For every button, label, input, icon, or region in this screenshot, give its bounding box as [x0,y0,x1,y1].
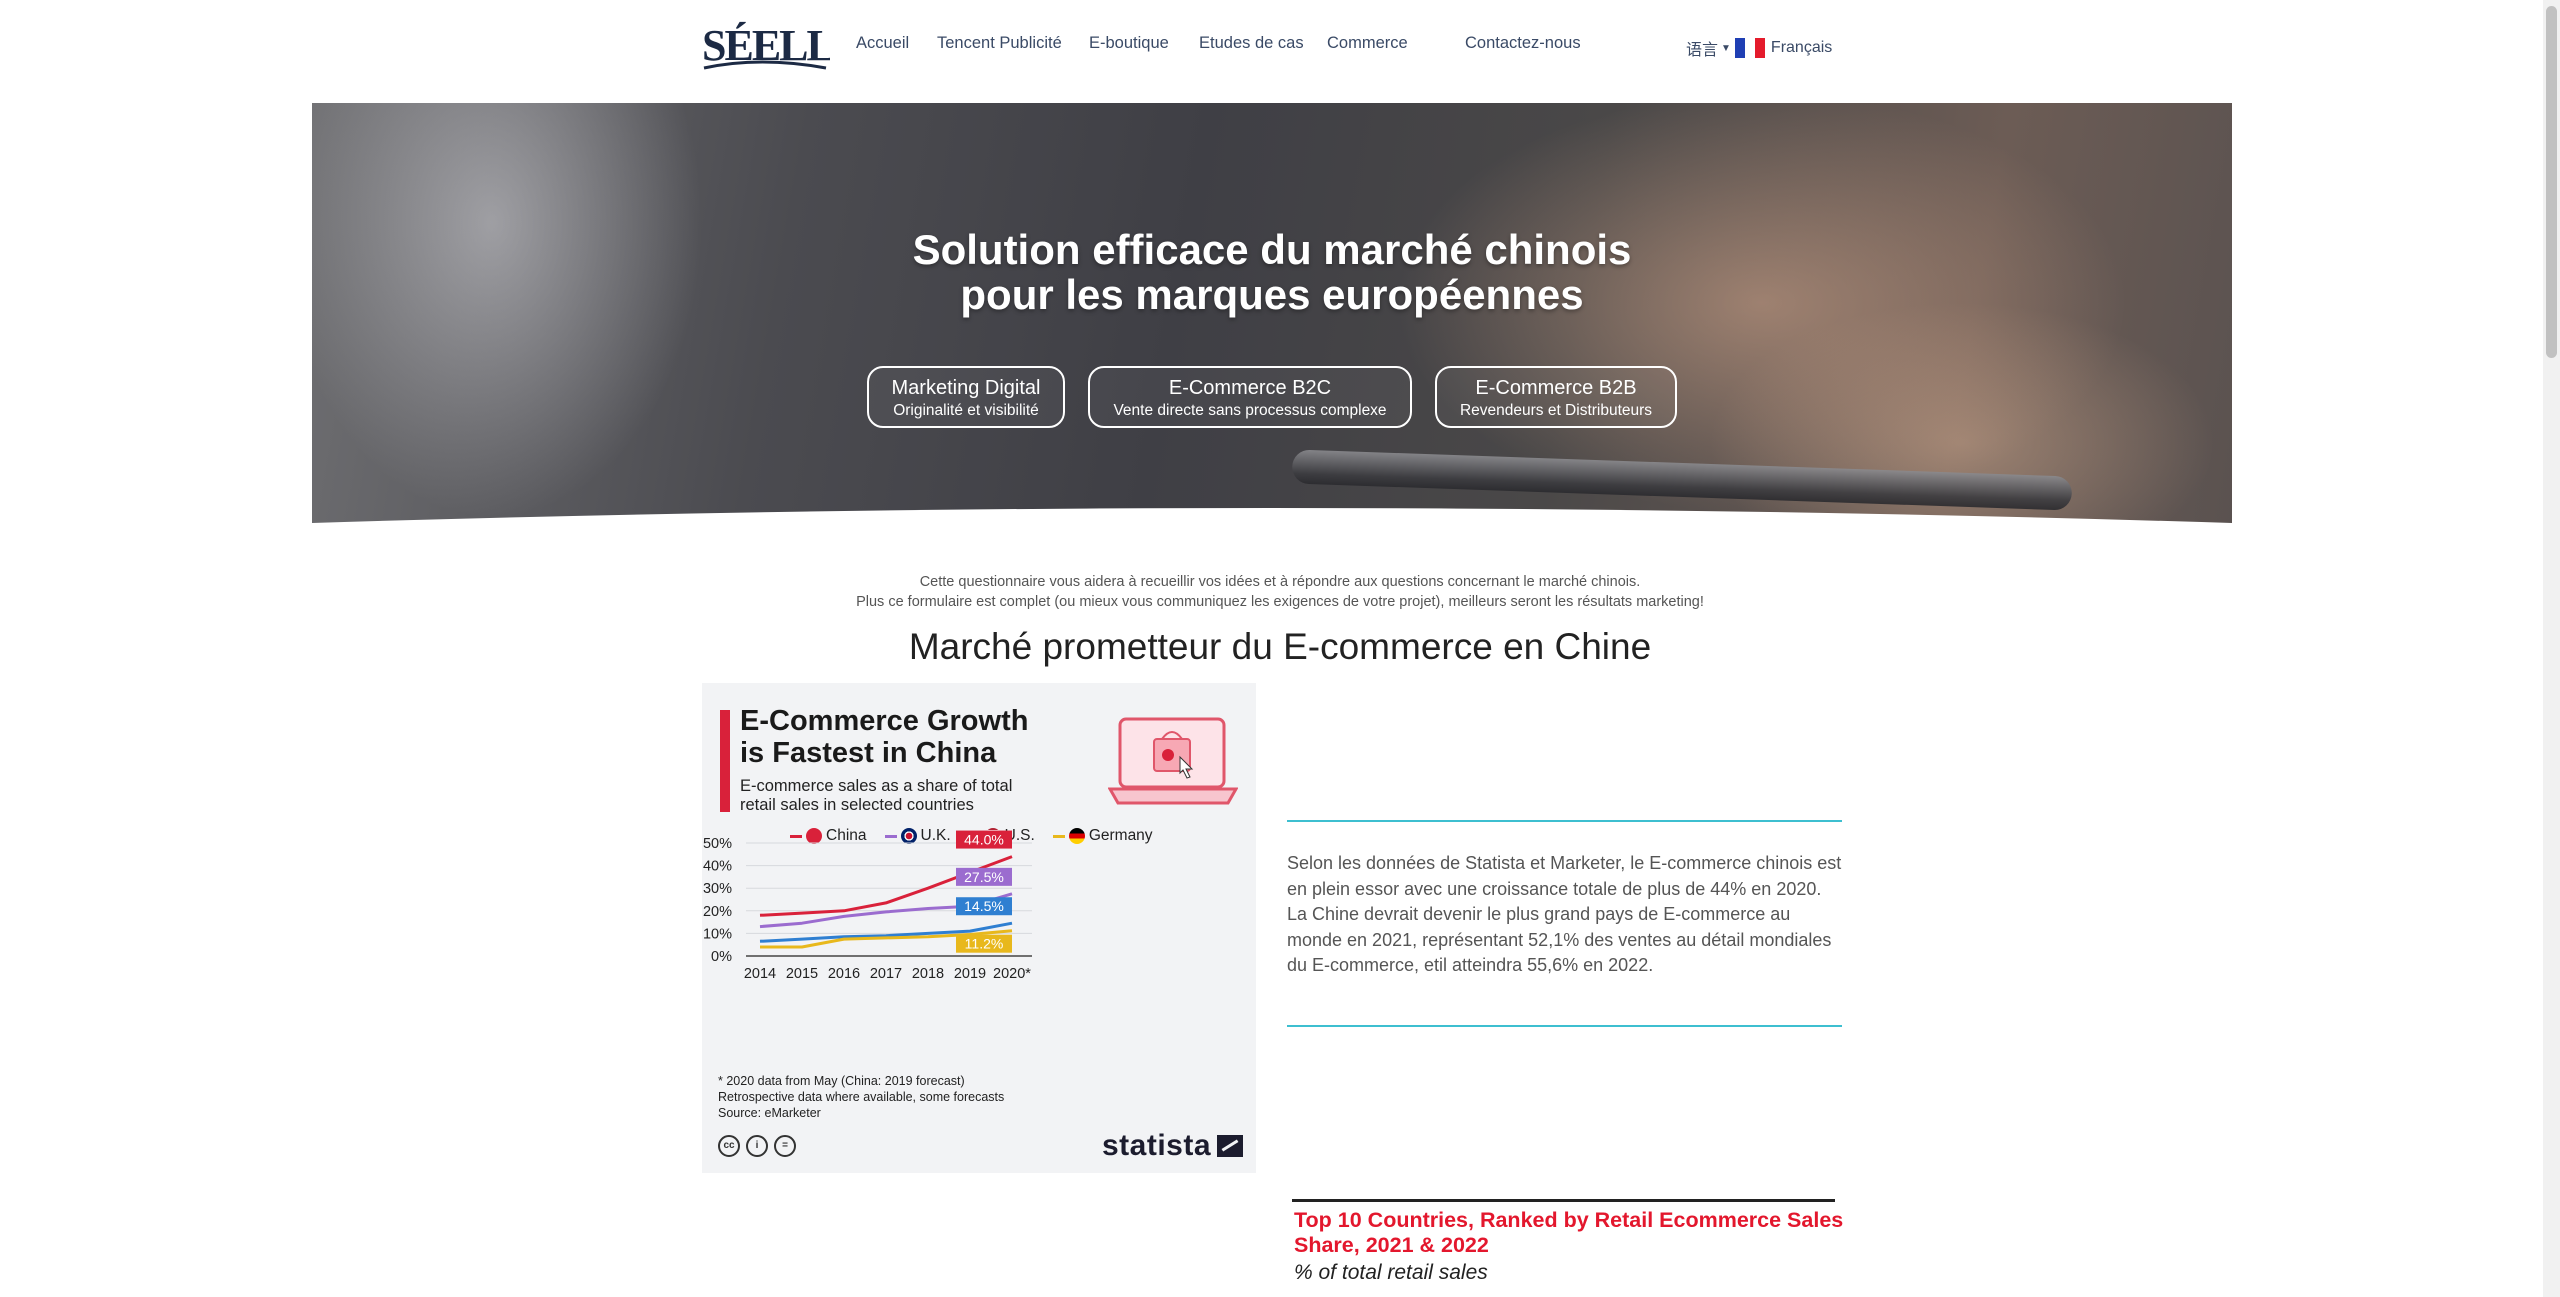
nav-tencent-publicite[interactable]: Tencent Publicité [937,34,1062,53]
ecommerce-growth-infographic: E-Commerce Growth is Fastest in China E-… [702,683,1256,1173]
y-tick-label: 20% [703,904,732,920]
nav-e-boutique[interactable]: E-boutique [1089,34,1169,53]
statista-wordmark: statista [1102,1129,1212,1162]
ecommerce-description: Selon les données de Statista et Markete… [1287,853,1842,975]
hero-title-line1: Solution efficace du marché chinois [912,226,1632,273]
site-header: SÉELLES Accueil Tencent Publicité E-bout… [0,0,2560,96]
hero-title: Solution efficace du marché chinois pour… [312,227,2232,317]
top10-chart-title: Top 10 Countries, Ranked by Retail Ecomm… [1294,1208,1844,1257]
button-subtitle: Revendeurs et Distributeurs [1459,402,1653,419]
button-title: E-Commerce B2B [1475,377,1637,399]
cc-icon: cc [718,1135,740,1157]
marketing-digital-button[interactable]: Marketing Digital Originalité et visibil… [867,366,1065,428]
ecommerce-b2c-button[interactable]: E-Commerce B2C Vente directe sans proces… [1088,366,1412,428]
caret-down-icon: ▼ [1721,42,1731,54]
hero-bottom-curve [312,508,2232,551]
x-tick-label: 2017 [870,966,902,982]
creative-commons-icons: cc i = [718,1135,796,1157]
intro-text: Cette questionnaire vous aidera à recuei… [0,572,2560,612]
hero-title-line2: pour les marques européennes [960,271,1584,318]
ecommerce-b2b-button[interactable]: E-Commerce B2B Revendeurs et Distributeu… [1435,366,1677,428]
language-label: 语言 [1686,42,1719,59]
current-language: Français [1770,39,1833,56]
y-tick-label: 50% [703,836,732,852]
statista-logo: statista [1102,1129,1244,1163]
hero-banner: Solution efficace du marché chinois pour… [312,103,2232,551]
seelles-logo[interactable]: SÉELLES [700,12,830,78]
footnote-line1: * 2020 data from May (China: 2019 foreca… [718,1074,965,1088]
france-flag-icon [1734,38,1765,58]
intro-line2: Plus ce formulaire est complet (ou mieux… [856,594,1704,610]
language-selector[interactable]: 语言 ▼ Français [1686,36,1832,60]
button-title: E-Commerce B2C [1168,377,1332,399]
y-tick-label: 40% [703,859,732,875]
end-label: 44.0% [964,832,1004,848]
svg-text:SÉELLES: SÉELLES [702,21,830,70]
end-label: 27.5% [964,869,1004,885]
intro-line1: Cette questionnaire vous aidera à recuei… [919,574,1641,590]
top10-chart-subtitle: % of total retail sales [1294,1261,1488,1284]
page-scrollbar[interactable] [2543,0,2560,1297]
section-title: Marché prometteur du E-commerce en Chine [908,626,1652,667]
statista-mark-icon [1217,1135,1244,1157]
y-tick-label: 0% [711,949,732,965]
button-subtitle: Vente directe sans processus complexe [1113,402,1387,419]
x-tick-label: 2018 [912,966,944,982]
growth-line-chart: 0% 10% 20% 30% 40% 50% 2014 2015 2016 2017 2018 201… [703,830,1032,982]
nav-contactez-nous[interactable]: Contactez-nous [1465,34,1581,53]
y-tick-label: 10% [703,926,732,942]
infographic-footnote: * 2020 data from May (China: 2019 foreca… [718,1073,1004,1121]
x-tick-label: 2014 [744,966,776,982]
x-tick-label: 2020* [993,966,1031,982]
divider-bottom [1287,1025,1842,1027]
nav-commerce[interactable]: Commerce [1327,34,1408,53]
end-label: 11.2% [965,936,1004,952]
cc-nd-icon: = [774,1135,796,1157]
y-tick-label: 30% [703,881,732,897]
x-tick-label: 2015 [786,966,818,982]
nav-etudes-de-cas[interactable]: Etudes de cas [1199,34,1304,53]
footnote-line2: Retrospective data where available, some… [718,1090,1005,1104]
top10-chart-top-rule [1292,1199,1835,1202]
nav-accueil[interactable]: Accueil [856,34,909,53]
x-tick-label: 2016 [828,966,860,982]
x-tick-label: 2019 [954,966,986,982]
cc-by-icon: i [746,1135,768,1157]
divider-top [1287,820,1842,822]
button-title: Marketing Digital [891,377,1041,399]
end-label: 14.5% [964,898,1004,914]
scrollbar-thumb[interactable] [2546,6,2557,358]
footnote-source: Source: eMarketer [718,1106,821,1120]
button-subtitle: Originalité et visibilité [893,402,1039,419]
